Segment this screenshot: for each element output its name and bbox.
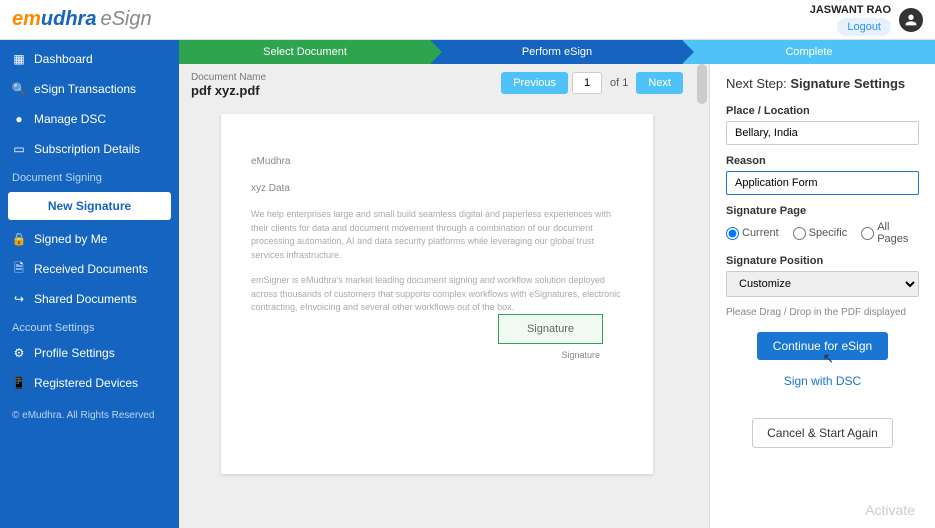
radio-specific-input[interactable] (793, 227, 806, 240)
pdf-paragraph: We help enterprises large and small buil… (251, 208, 623, 262)
document-name: pdf xyz.pdf (191, 83, 266, 98)
radio-current-input[interactable] (726, 227, 739, 240)
sidebar-item-label: eSign Transactions (34, 82, 136, 96)
place-label: Place / Location (726, 105, 919, 117)
radio-current-label: Current (742, 227, 779, 239)
radio-all-label: All Pages (877, 221, 919, 245)
document-name-box: Document Name pdf xyz.pdf (191, 72, 266, 98)
radio-all-input[interactable] (861, 227, 874, 240)
document-pane: Document Name pdf xyz.pdf Previous of 1 … (179, 64, 695, 528)
sign-with-dsc-link[interactable]: Sign with DSC (784, 374, 861, 388)
sidebar-item-label: Received Documents (34, 262, 148, 276)
sidebar-item-signed-by-me[interactable]: 🔒 Signed by Me (0, 224, 179, 254)
step-bar: Select Document Perform eSign Complete (179, 40, 935, 64)
sidebar-item-profile[interactable]: ⚙ Profile Settings (0, 338, 179, 368)
document-view[interactable]: eMudhra xyz Data We help enterprises lar… (191, 104, 683, 528)
drag-hint: Please Drag / Drop in the PDF displayed (726, 307, 919, 318)
logo-part2: udhra (41, 8, 97, 30)
logo-part3: eSign (100, 8, 151, 30)
pdf-page: eMudhra xyz Data We help enterprises lar… (221, 114, 653, 474)
page-of: of 1 (610, 77, 628, 89)
sidebar-item-devices[interactable]: 📱 Registered Devices (0, 368, 179, 398)
user-box: JASWANT RAO Logout (810, 4, 923, 36)
place-input[interactable] (726, 121, 919, 145)
dashboard-icon: ▦ (12, 52, 26, 66)
sigpos-label: Signature Position (726, 255, 919, 267)
main-area: Select Document Perform eSign Complete D… (179, 40, 935, 528)
lock-icon: 🔒 (12, 232, 26, 246)
next-button[interactable]: Next (636, 72, 683, 94)
sidebar: ▦ Dashboard 🔍 eSign Transactions ● Manage D… (0, 40, 179, 528)
sidebar-item-label: Signed by Me (34, 232, 107, 246)
sigpage-label: Signature Page (726, 205, 919, 217)
sidebar-item-label: Shared Documents (34, 292, 137, 306)
reason-label: Reason (726, 155, 919, 167)
new-signature-button[interactable]: New Signature (8, 192, 171, 220)
sidebar-item-subscription[interactable]: ▭ Subscription Details (0, 134, 179, 164)
continue-esign-button[interactable]: Continue for eSign (757, 332, 888, 360)
sidebar-section-account: Account Settings (0, 314, 179, 338)
pdf-heading2: xyz Data (251, 181, 623, 196)
page-input[interactable] (572, 72, 602, 94)
radio-all[interactable]: All Pages (861, 221, 919, 245)
sidebar-item-shared[interactable]: ↪ Shared Documents (0, 284, 179, 314)
reason-input[interactable] (726, 171, 919, 195)
sidebar-item-received[interactable]: 🗎 Received Documents (0, 254, 179, 284)
radio-specific[interactable]: Specific (793, 221, 848, 245)
step-complete[interactable]: Complete (683, 40, 935, 64)
sidebar-item-label: Registered Devices (34, 376, 138, 390)
sidebar-item-esign-transactions[interactable]: 🔍 eSign Transactions (0, 74, 179, 104)
settings-pane: Next Step: Signature Settings Place / Lo… (709, 64, 935, 528)
radio-current[interactable]: Current (726, 221, 779, 245)
radio-specific-label: Specific (809, 227, 848, 239)
step-select-document[interactable]: Select Document (179, 40, 431, 64)
pane-title-bold: Signature Settings (790, 76, 905, 91)
sigpos-select[interactable]: Customize (726, 271, 919, 297)
signature-label: Signature (561, 349, 600, 363)
scrollbar[interactable] (695, 64, 709, 528)
circle-icon: ● (12, 112, 26, 126)
logout-button[interactable]: Logout (837, 18, 891, 36)
device-icon: 📱 (12, 376, 26, 390)
pdf-heading1: eMudhra (251, 154, 623, 169)
gear-icon: ⚙ (12, 346, 26, 360)
sidebar-item-label: Profile Settings (34, 346, 115, 360)
share-icon: ↪ (12, 292, 26, 306)
cancel-button[interactable]: Cancel & Start Again (752, 418, 893, 448)
document-name-label: Document Name (191, 72, 266, 83)
pdf-paragraph: emSigner is eMudhra's market leading doc… (251, 274, 623, 315)
step-perform-esign[interactable]: Perform eSign (431, 40, 683, 64)
sidebar-item-label: Subscription Details (34, 142, 140, 156)
previous-button[interactable]: Previous (501, 72, 568, 94)
page-nav: Previous of 1 Next (501, 72, 683, 94)
sidebar-section-doc-signing: Document Signing (0, 164, 179, 188)
file-icon: 🗎 (12, 262, 26, 276)
logo-part1: em (12, 8, 41, 30)
sidebar-item-label: Manage DSC (34, 112, 106, 126)
logo: emudhraeSign (12, 8, 152, 31)
sidebar-item-label: Dashboard (34, 52, 93, 66)
search-icon: 🔍 (12, 82, 26, 96)
top-bar: emudhraeSign JASWANT RAO Logout (0, 0, 935, 40)
signature-box[interactable]: Signature (498, 314, 603, 344)
sidebar-item-manage-dsc[interactable]: ● Manage DSC (0, 104, 179, 134)
copyright: © eMudhra. All Rights Reserved (0, 398, 179, 433)
username: JASWANT RAO (810, 4, 891, 16)
sidebar-item-dashboard[interactable]: ▦ Dashboard (0, 44, 179, 74)
pane-title-prefix: Next Step: (726, 76, 790, 91)
scroll-thumb[interactable] (697, 64, 707, 104)
pane-title: Next Step: Signature Settings (726, 76, 919, 91)
card-icon: ▭ (12, 142, 26, 156)
avatar-icon[interactable] (899, 8, 923, 32)
